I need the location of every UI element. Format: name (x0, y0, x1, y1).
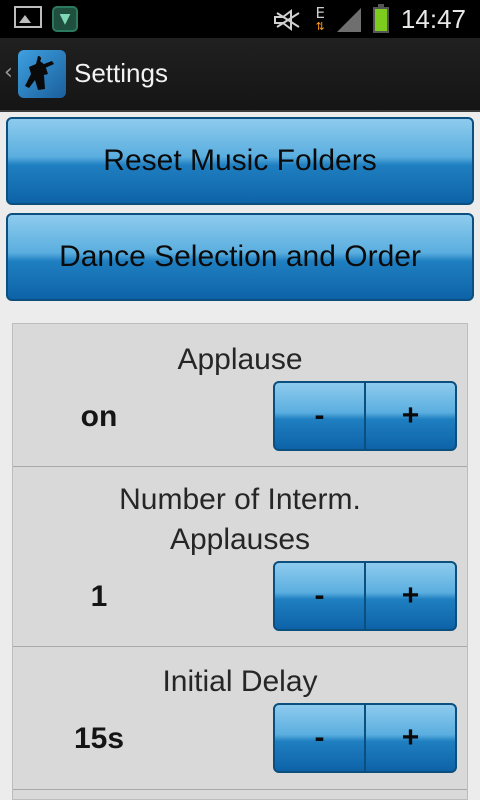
initial-delay-stepper: - + (273, 703, 457, 773)
applause-stepper: - + (273, 381, 457, 451)
increment-button[interactable]: + (366, 705, 455, 771)
page-title: Settings (74, 58, 168, 88)
setting-title-line2: Applauses (169, 523, 311, 556)
setting-row-initial-delay: Initial Delay 15s - + (13, 646, 467, 790)
setting-value: on (80, 400, 118, 433)
network-type-label: E (315, 3, 325, 22)
battery-icon (372, 3, 389, 33)
setting-row-interm-applauses: Number of Interm. Applauses 1 - + (13, 466, 467, 647)
reset-music-folders-button[interactable]: Reset Music Folders (6, 117, 474, 205)
increment-button[interactable]: + (366, 383, 455, 449)
setting-title-line1: Number of Interm. (119, 483, 361, 516)
mute-icon (274, 8, 300, 31)
dance-selection-order-button[interactable]: Dance Selection and Order (6, 213, 474, 301)
setting-value: 1 (90, 580, 108, 613)
shield-app-icon: ▼ (52, 6, 78, 32)
increment-button[interactable]: + (366, 563, 455, 629)
back-chevron-icon[interactable]: ‹ (4, 60, 13, 85)
action-bar: ‹ Settings (0, 38, 480, 112)
setting-title: Applause (177, 343, 303, 376)
settings-panel: Applause on - + Number of Interm. Applau… (12, 323, 468, 800)
signal-icon (336, 7, 361, 32)
dancer-logo-icon[interactable] (18, 50, 66, 98)
decrement-button[interactable]: - (275, 563, 366, 629)
interm-applauses-stepper: - + (273, 561, 457, 631)
setting-row-applause: Applause on - + (13, 324, 467, 467)
decrement-button[interactable]: - (275, 705, 366, 771)
setting-value: 15s (73, 722, 125, 755)
clock-time: 14:47 (400, 4, 466, 34)
gallery-icon (14, 6, 42, 28)
decrement-button[interactable]: - (275, 383, 366, 449)
edge-data-icon: E ⇅ (315, 3, 325, 33)
setting-title: Initial Delay (162, 665, 318, 698)
status-bar: ▼ E ⇅ 14:47 (0, 0, 480, 38)
